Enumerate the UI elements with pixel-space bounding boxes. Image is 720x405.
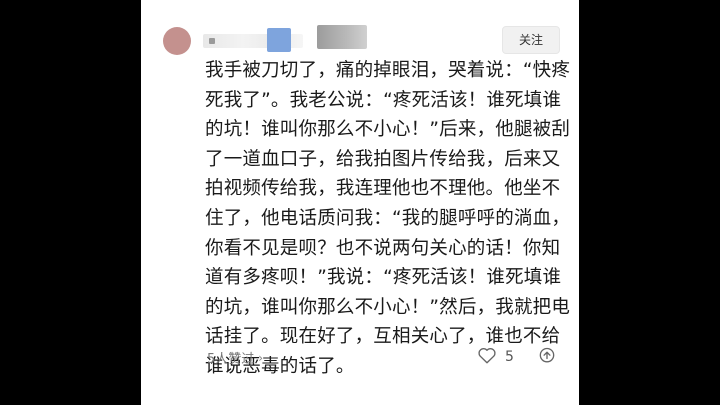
- content-line: 道有多疼呗！”我说：“疼死活该！谁死填谁: [205, 267, 562, 289]
- content-line: 拍视频传给我，我连理他也不理他。他坐不: [205, 178, 561, 200]
- content-line: 你看不见是呗？也不说两句关心的话！你知: [205, 237, 561, 259]
- post-content: 我手被刀切了，痛的掉眼泪，哭着说：“快疼 死我了”。我老公说：“疼死活该！谁死填…: [205, 56, 571, 382]
- content-line: 的坑，谁叫你那么不小心！”然后，我就把电: [205, 296, 571, 318]
- heart-icon: [477, 346, 497, 368]
- content-line: 我手被刀切了，痛的掉眼泪，哭着说：“快疼: [205, 60, 571, 81]
- user-info-blurred: [317, 25, 367, 49]
- share-icon[interactable]: [537, 346, 557, 370]
- username-fragment: [209, 38, 215, 44]
- like-button[interactable]: 5: [477, 346, 514, 368]
- avatar[interactable]: [163, 27, 191, 55]
- content-line: 住了，他电话质问我：“我的腿呼呼的淌血，: [205, 207, 571, 229]
- user-badge-blurred: [267, 28, 291, 52]
- likes-summary-link[interactable]: 5人赞过 ›: [207, 348, 264, 368]
- like-count: 5: [505, 349, 514, 365]
- content-line: 的坑！谁叫你那么不小心！”后来，他腿被刮: [205, 119, 571, 141]
- content-line: 了一道血口子，给我拍图片传给我，后来又: [205, 148, 561, 170]
- content-line: 死我了”。我老公说：“疼死活该！谁死填谁: [205, 89, 562, 111]
- post-footer: 5人赞过 › 5: [207, 346, 563, 370]
- follow-button[interactable]: 关注: [502, 26, 560, 54]
- likes-text: 5人赞过: [207, 352, 255, 367]
- chevron-right-icon: ›: [258, 350, 264, 365]
- post-card: 关注 我手被刀切了，痛的掉眼泪，哭着说：“快疼 死我了”。我老公说：“疼死活该！…: [141, 0, 579, 405]
